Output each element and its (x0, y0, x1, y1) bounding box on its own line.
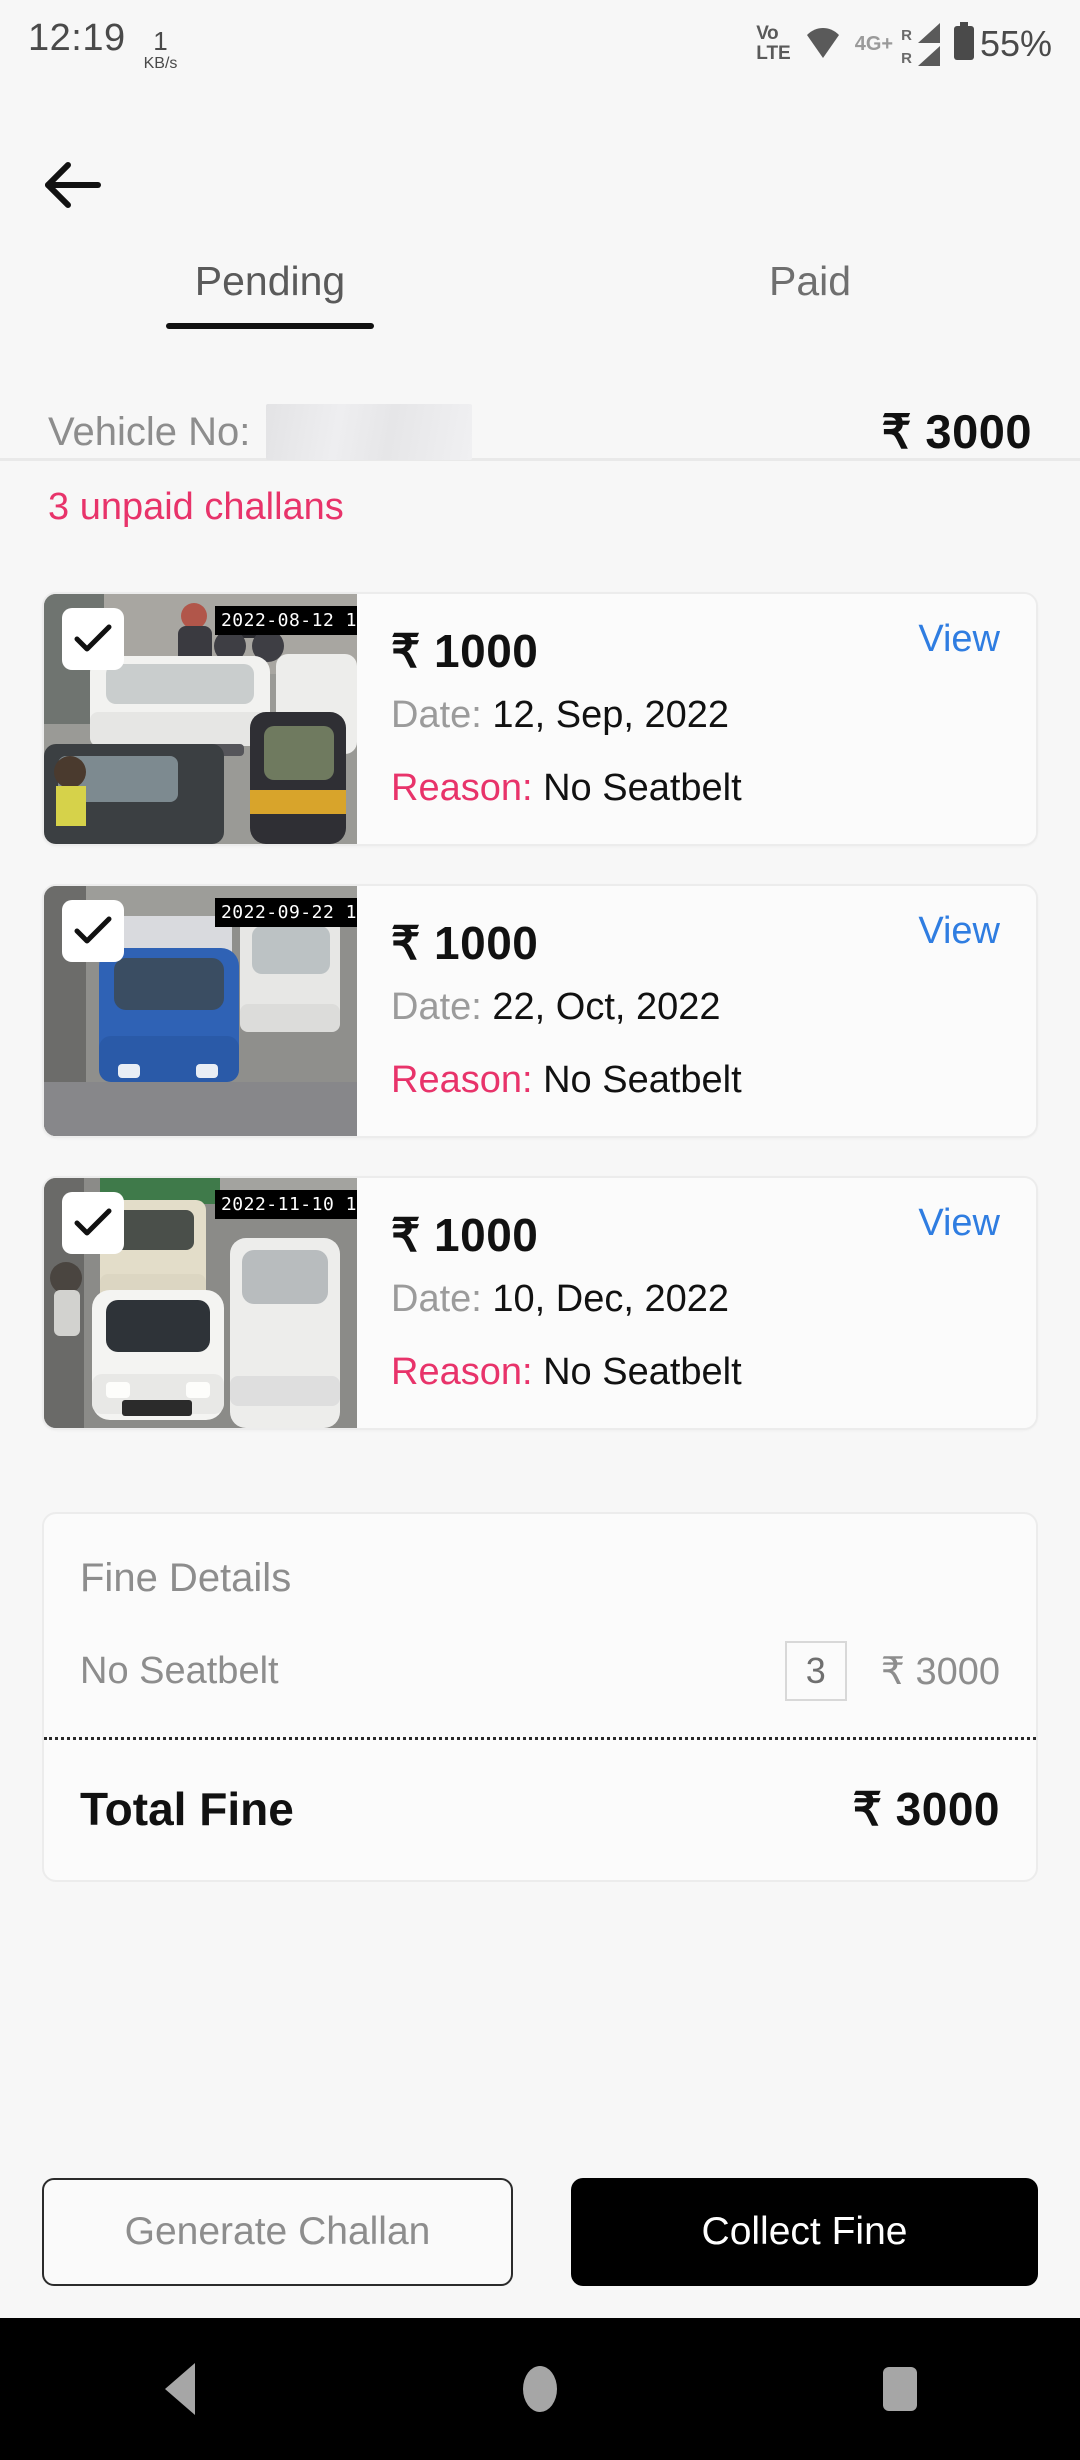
challan-list: 2022-08-12 1 ₹ 1000 Date: 12, Sep, 2022 … (0, 592, 1080, 1468)
challan-details: ₹ 1000 Date: 22, Oct, 2022 Reason: No Se… (357, 886, 1036, 1136)
wifi-icon (803, 25, 843, 64)
vehicle-number-redacted (266, 404, 473, 460)
challan-thumbnail[interactable]: 2022-09-22 1 (44, 886, 357, 1136)
challan-details: ₹ 1000 Date: 12, Sep, 2022 Reason: No Se… (357, 594, 1036, 844)
fine-row-name: No Seatbelt (80, 1649, 279, 1692)
collect-fine-button[interactable]: Collect Fine (571, 2178, 1038, 2286)
total-fine-amount: ₹ 3000 (852, 1783, 1000, 1835)
challan-date: Date: 22, Oct, 2022 (391, 986, 1036, 1029)
challan-thumbnail[interactable]: 2022-08-12 1 (44, 594, 357, 844)
status-clock: 12:19 (28, 16, 126, 59)
tab-pending-label: Pending (194, 258, 346, 304)
challan-date-label: Date: (391, 1278, 482, 1320)
challan-reason-label: Reason: (391, 1059, 533, 1101)
fine-row-quantity[interactable]: 3 (784, 1641, 847, 1701)
challan-date: Date: 12, Sep, 2022 (391, 694, 1036, 737)
vehicle-number-group: Vehicle No: (48, 404, 473, 460)
tab-paid-underline (706, 323, 914, 329)
challan-checkbox[interactable] (62, 900, 124, 962)
android-nav-bar (0, 2318, 1080, 2460)
nav-home-button[interactable] (480, 2318, 600, 2460)
challan-reason: Reason: No Seatbelt (391, 1351, 1036, 1394)
challan-timestamp: 2022-08-12 1 (214, 606, 357, 635)
total-fine-row: Total Fine ₹ 3000 (80, 1740, 1000, 1880)
fine-row-amount: ₹ 3000 (880, 1650, 1000, 1693)
generate-challan-button[interactable]: Generate Challan (42, 2178, 513, 2286)
challan-details: ₹ 1000 Date: 10, Dec, 2022 Reason: No Se… (357, 1178, 1036, 1428)
unpaid-challans-count: 3 unpaid challans (48, 486, 344, 528)
challan-view-link[interactable]: View (918, 910, 1000, 953)
square-recents-icon (883, 2367, 917, 2411)
volte-icon-bottom: LTE (756, 43, 791, 64)
circle-home-icon (523, 2366, 557, 2412)
back-arrow-icon[interactable] (34, 146, 112, 224)
challan-date-value: 10, Dec, 2022 (492, 1278, 729, 1320)
volte-icon: Vo LTE (756, 24, 790, 64)
challan-reason: Reason: No Seatbelt (391, 1059, 1036, 1102)
tab-paid[interactable]: Paid (540, 258, 1080, 329)
fine-row-right: 3 ₹ 3000 (784, 1641, 1000, 1701)
app-bar: Pending Paid (0, 88, 1080, 461)
tab-pending-underline (166, 323, 374, 329)
action-bar: Generate Challan Collect Fine (0, 2178, 1080, 2286)
battery-percent: 55% (979, 23, 1052, 64)
challan-timestamp: 2022-09-22 1 (214, 898, 357, 927)
challan-timestamp: 2022-11-10 1 (214, 1190, 357, 1219)
battery-indicator: 55% (952, 21, 1052, 67)
nav-recents-button[interactable] (840, 2318, 960, 2460)
signal-bars-icon: R R (901, 22, 940, 67)
challan-reason-value: No Seatbelt (543, 1059, 742, 1101)
status-bar-right: Vo LTE 4G+ R R 55% (756, 21, 1052, 67)
fine-details-title: Fine Details (80, 1556, 292, 1600)
status-bar: 12:19 1 KB/s Vo LTE 4G+ R R 55% (0, 0, 1080, 88)
network-speed-indicator: 1 KB/s (144, 28, 178, 72)
challan-date: Date: 10, Dec, 2022 (391, 1278, 1036, 1321)
tab-pending[interactable]: Pending (0, 258, 540, 329)
challan-date-value: 22, Oct, 2022 (492, 986, 721, 1028)
challan-card[interactable]: 2022-08-12 1 ₹ 1000 Date: 12, Sep, 2022 … (42, 592, 1038, 846)
vehicle-number-label: Vehicle No: (48, 409, 251, 454)
challan-reason: Reason: No Seatbelt (391, 767, 1036, 810)
challan-view-link[interactable]: View (918, 618, 1000, 661)
network-type-label: 4G+ (854, 32, 894, 55)
challan-card[interactable]: 2022-09-22 1 ₹ 1000 Date: 22, Oct, 2022 … (42, 884, 1038, 1138)
fine-details-card: Fine Details No Seatbelt 3 ₹ 3000 Total … (42, 1512, 1038, 1882)
battery-icon (952, 21, 976, 67)
challan-reason-value: No Seatbelt (543, 767, 742, 809)
summary-total-amount: ₹ 3000 (881, 405, 1032, 458)
challan-checkbox[interactable] (62, 1192, 124, 1254)
triangle-back-icon (165, 2363, 195, 2415)
nav-back-button[interactable] (120, 2318, 240, 2460)
challan-card[interactable]: 2022-11-10 1 ₹ 1000 Date: 10, Dec, 2022 … (42, 1176, 1038, 1430)
sim2-roaming-label: R (901, 49, 912, 67)
challan-reason-value: No Seatbelt (543, 1351, 742, 1393)
fine-details-row: No Seatbelt 3 ₹ 3000 (80, 1641, 1000, 1737)
network-speed-value: 1 (153, 25, 168, 56)
volte-icon-top: Vo (756, 23, 779, 45)
total-fine-label: Total Fine (80, 1783, 294, 1835)
tab-paid-label: Paid (768, 258, 852, 304)
tab-bar: Pending Paid (0, 258, 1080, 329)
status-bar-left: 12:19 1 KB/s (28, 17, 177, 72)
challan-date-value: 12, Sep, 2022 (492, 694, 730, 736)
challan-date-label: Date: (391, 694, 482, 736)
sim1-roaming-label: R (901, 26, 912, 44)
vehicle-summary-row: Vehicle No: ₹ 3000 (48, 404, 1032, 460)
challan-thumbnail[interactable]: 2022-11-10 1 (44, 1178, 357, 1428)
challan-reason-label: Reason: (391, 1351, 533, 1393)
phone-screen: 12:19 1 KB/s Vo LTE 4G+ R R 55% Pending … (0, 0, 1080, 2460)
challan-checkbox[interactable] (62, 608, 124, 670)
challan-view-link[interactable]: View (918, 1202, 1000, 1245)
vehicle-summary: Vehicle No: ₹ 3000 3 unpaid challans (0, 404, 1080, 529)
challan-date-label: Date: (391, 986, 482, 1028)
network-speed-unit: KB/s (143, 54, 178, 72)
challan-reason-label: Reason: (391, 767, 533, 809)
